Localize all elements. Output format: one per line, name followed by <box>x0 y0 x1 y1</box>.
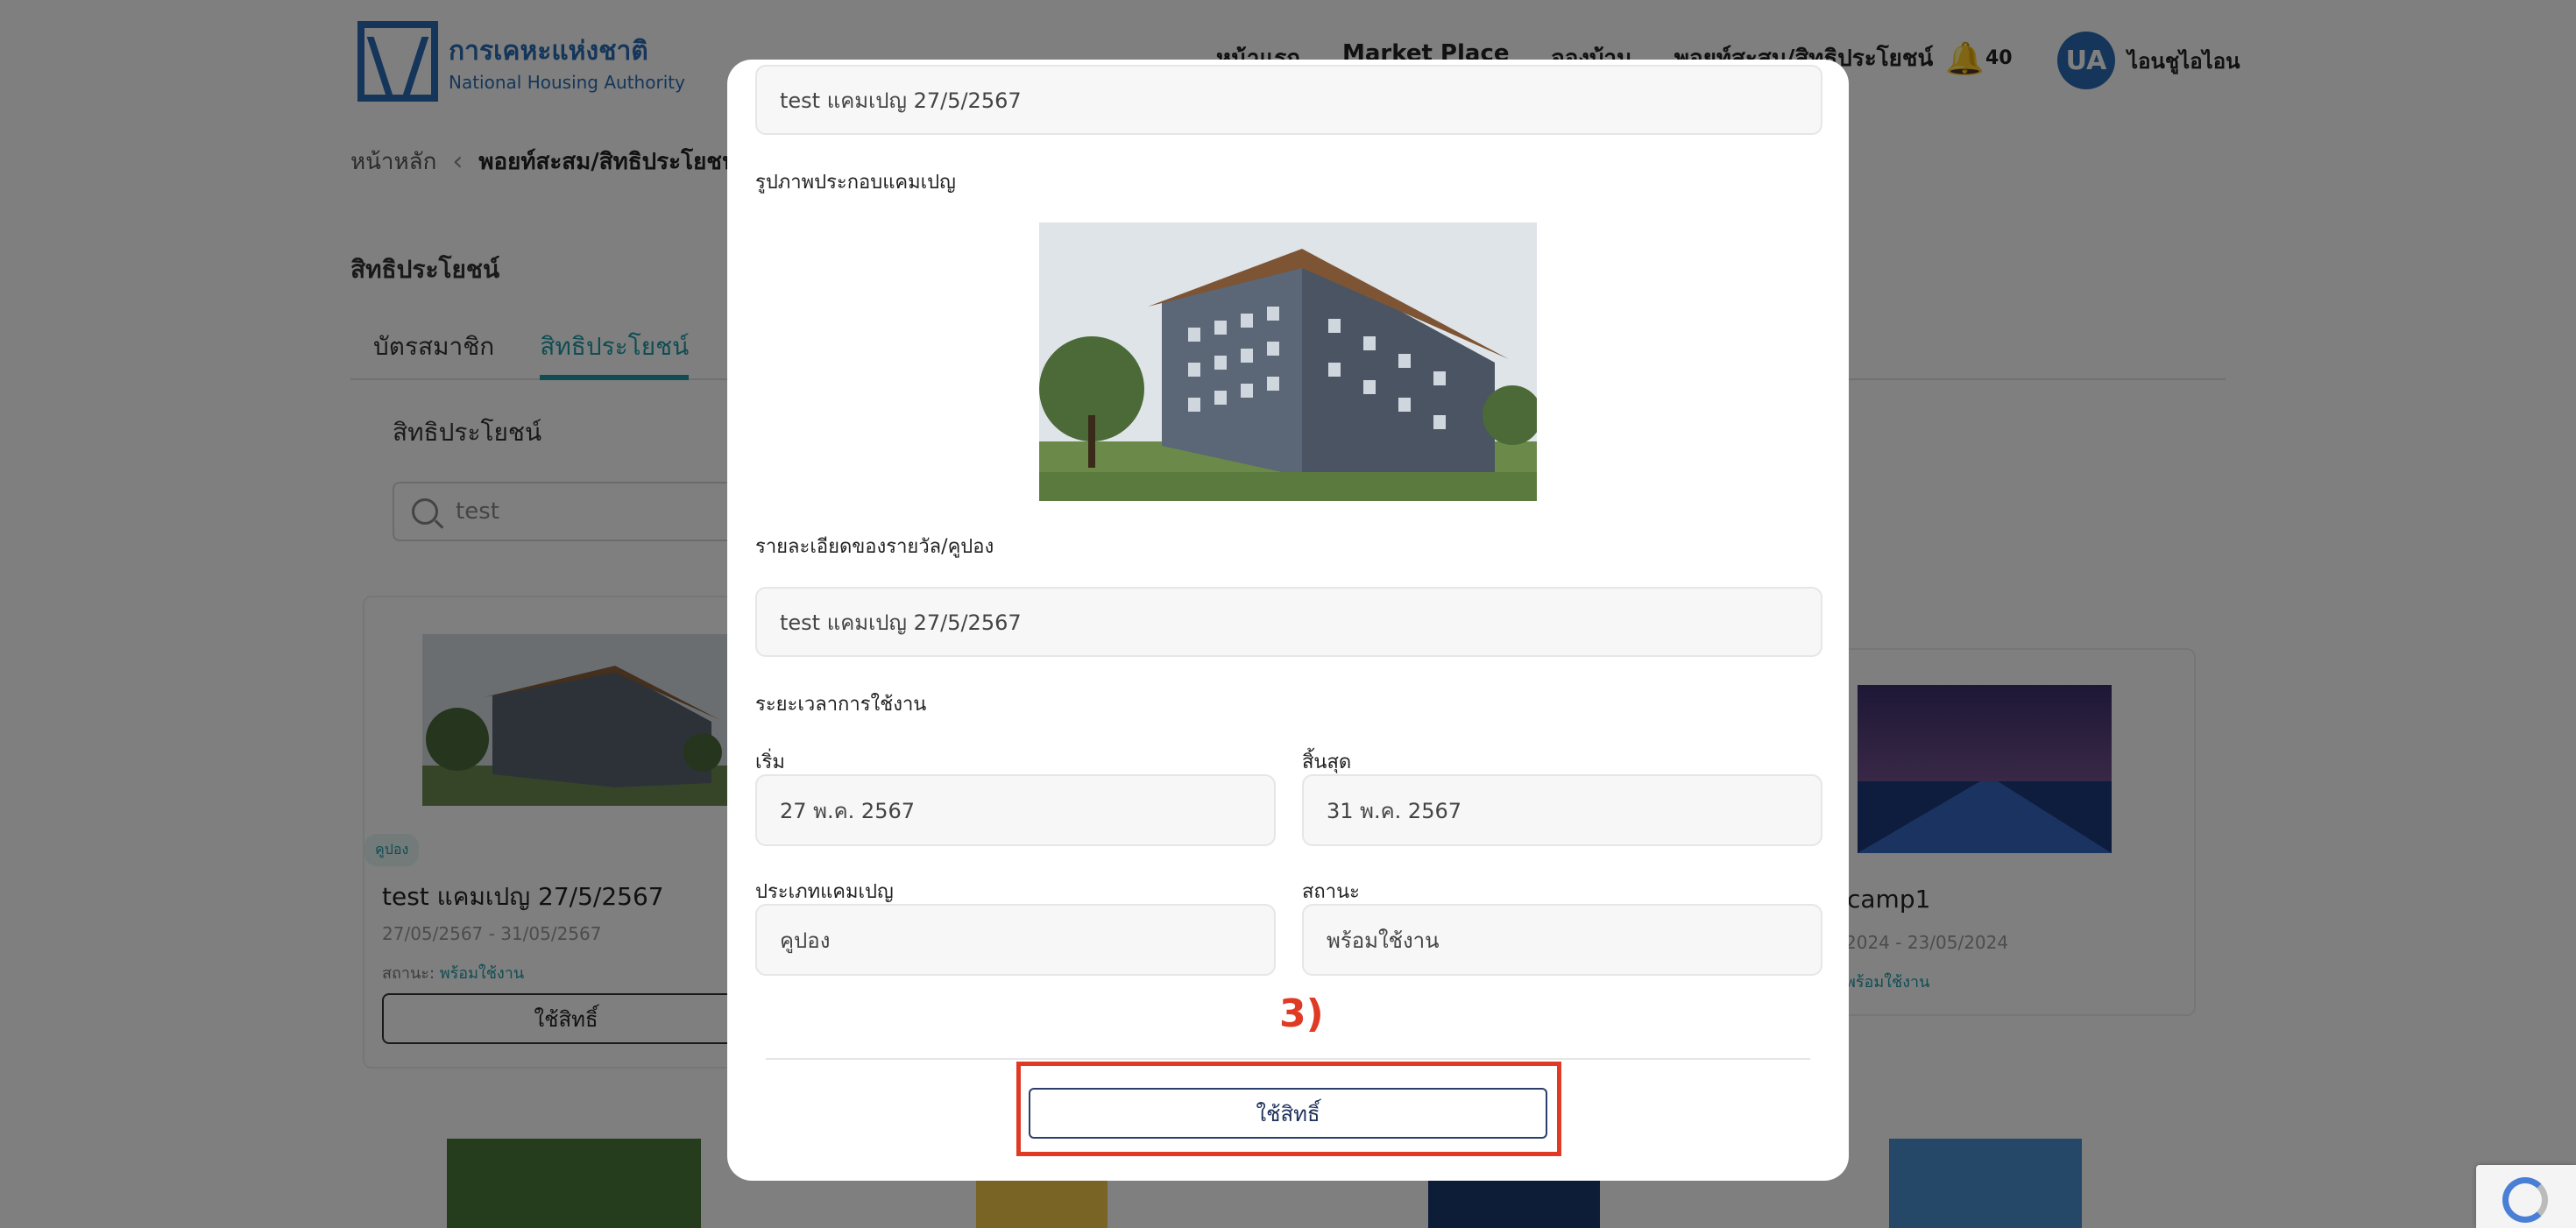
use-benefit-button[interactable]: ใช้สิทธิ์ <box>1029 1088 1547 1139</box>
end-date-label: สิ้นสุด <box>1302 752 1352 773</box>
campaign-type-label: ประเภทแคมเปญ <box>755 881 894 903</box>
recaptcha-badge[interactable] <box>2476 1165 2576 1228</box>
campaign-type-field[interactable]: คูปอง <box>755 904 1276 976</box>
end-date-field[interactable]: 31 พ.ค. 2567 <box>1302 774 1822 846</box>
start-date-label: เริ่ม <box>755 752 785 773</box>
campaign-detail-modal: test แคมเปญ 27/5/2567 รูปภาพประกอบแคมเปญ… <box>727 60 1849 1181</box>
step-annotation: 3) <box>1279 992 1324 1036</box>
status-label: สถานะ <box>1302 881 1360 903</box>
campaign-image-label: รูปภาพประกอบแคมเปญ <box>755 172 956 194</box>
reward-detail-field[interactable]: test แคมเปญ 27/5/2567 <box>755 587 1822 657</box>
usage-period-label: ระยะเวลาการใช้งาน <box>755 694 927 716</box>
status-field[interactable]: พร้อมใช้งาน <box>1302 904 1822 976</box>
campaign-image <box>1039 222 1537 501</box>
start-date-field[interactable]: 27 พ.ค. 2567 <box>755 774 1276 846</box>
divider <box>766 1058 1810 1060</box>
reward-detail-label: รายละเอียดของรายวัล/คูปอง <box>755 536 994 558</box>
campaign-name-field[interactable]: test แคมเปญ 27/5/2567 <box>755 65 1822 135</box>
recaptcha-icon <box>2502 1177 2548 1223</box>
